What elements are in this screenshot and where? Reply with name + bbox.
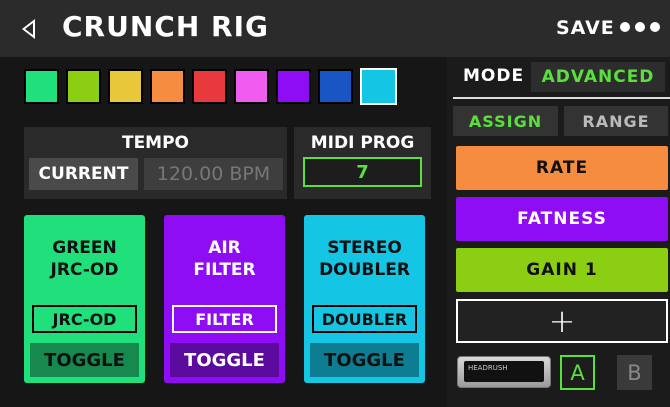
color-swatches — [24, 68, 397, 105]
block-card-green-jrc-od[interactable]: GREEN JRC-OD JRC-OD TOGGLE — [24, 215, 145, 383]
more-options-icon[interactable] — [620, 22, 660, 32]
color-swatch[interactable] — [108, 69, 143, 104]
back-arrow-icon[interactable] — [22, 19, 35, 39]
expression-pedal-icon[interactable]: HEADRUSH — [457, 356, 551, 388]
color-swatch[interactable] — [318, 69, 353, 104]
midi-prog-label: MIDI PROG — [310, 133, 415, 153]
left-panel: TEMPO CURRENT 120.00 BPM MIDI PROG 7 GRE… — [0, 57, 447, 407]
tempo-label: TEMPO — [121, 133, 190, 153]
block-toggle-button[interactable]: TOGGLE — [170, 343, 279, 377]
color-swatch[interactable] — [276, 69, 311, 104]
color-swatch[interactable] — [234, 69, 269, 104]
block-param-button[interactable]: DOUBLER — [312, 305, 417, 333]
right-panel: MODE ADVANCED ASSIGN RANGE RATE FATNESS … — [447, 57, 670, 407]
footswitch-a-button[interactable]: A — [560, 355, 595, 390]
footswitch-b-button[interactable]: B — [617, 355, 652, 390]
control-fatness[interactable]: FATNESS — [456, 197, 668, 241]
block-name-line2: JRC-OD — [50, 260, 119, 280]
tempo-bpm-field[interactable]: 120.00 BPM — [144, 158, 283, 190]
block-param-button[interactable]: JRC-OD — [32, 305, 137, 333]
block-card-air-filter[interactable]: AIR FILTER FILTER TOGGLE — [164, 215, 285, 383]
block-name-line1: STEREO — [327, 238, 402, 258]
rig-title: CRUNCH RIG — [62, 10, 269, 43]
block-card-stereo-doubler[interactable]: STEREO DOUBLER DOUBLER TOGGLE — [304, 215, 425, 383]
control-gain-1[interactable]: GAIN 1 — [456, 248, 668, 292]
block-name: STEREO DOUBLER — [304, 237, 425, 281]
block-name-line1: GREEN — [52, 238, 117, 258]
block-name-line1: AIR — [208, 238, 241, 258]
color-swatch[interactable] — [192, 69, 227, 104]
add-control-button[interactable]: + — [456, 299, 668, 343]
mode-selector[interactable]: ADVANCED — [531, 62, 665, 92]
color-swatch[interactable] — [360, 68, 397, 105]
pedal-brand-label: HEADRUSH — [464, 361, 544, 382]
block-name-line2: DOUBLER — [319, 260, 410, 280]
block-name-line2: FILTER — [193, 260, 256, 280]
control-rate[interactable]: RATE — [456, 146, 668, 190]
block-toggle-button[interactable]: TOGGLE — [310, 343, 419, 377]
color-swatch[interactable] — [24, 69, 59, 104]
tab-range[interactable]: RANGE — [564, 106, 668, 136]
midi-section: MIDI PROG 7 — [294, 127, 431, 199]
block-toggle-button[interactable]: TOGGLE — [30, 343, 139, 377]
block-name: GREEN JRC-OD — [24, 237, 145, 281]
midi-prog-field[interactable]: 7 — [303, 157, 422, 187]
tempo-section: TEMPO CURRENT 120.00 BPM — [24, 127, 287, 199]
divider — [453, 97, 670, 99]
color-swatch[interactable] — [66, 69, 101, 104]
block-name: AIR FILTER — [164, 237, 285, 281]
block-param-button[interactable]: FILTER — [172, 305, 277, 333]
mode-label: MODE — [463, 66, 525, 86]
save-button[interactable]: SAVE — [556, 17, 615, 39]
color-swatch[interactable] — [150, 69, 185, 104]
tab-assign[interactable]: ASSIGN — [453, 106, 558, 136]
tempo-source-button[interactable]: CURRENT — [29, 158, 138, 190]
top-bar: CRUNCH RIG SAVE — [0, 0, 670, 57]
